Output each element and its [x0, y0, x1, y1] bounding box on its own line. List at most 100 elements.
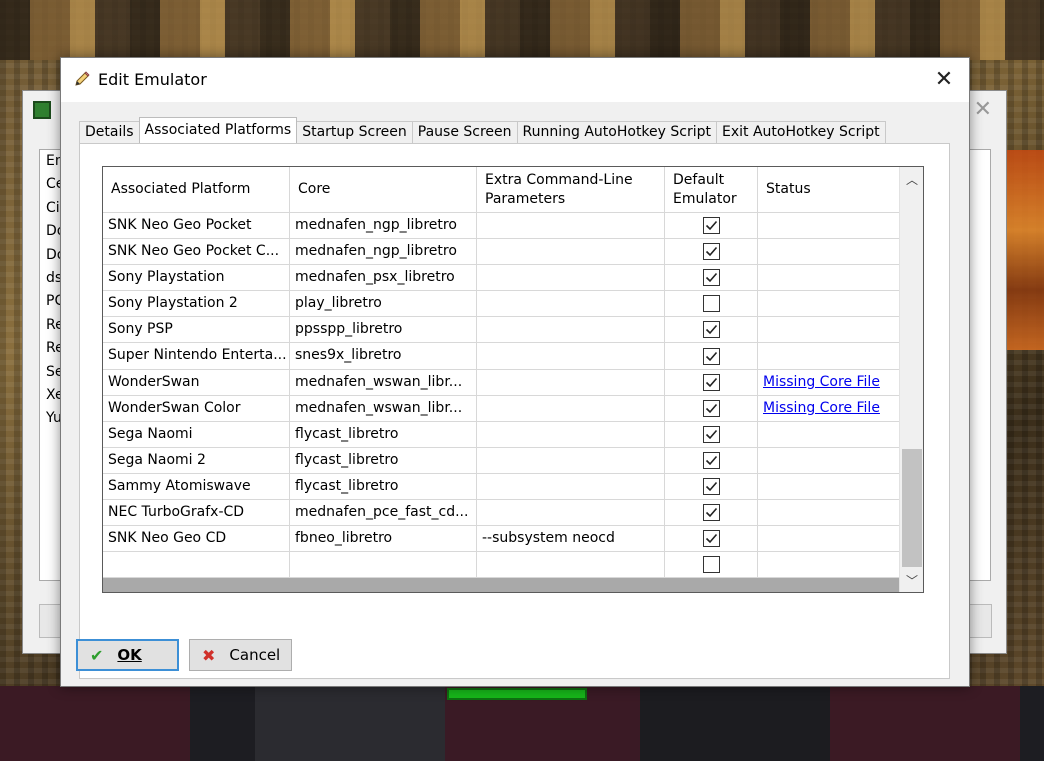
column-header-parameters[interactable]: Extra Command-Line Parameters: [477, 167, 665, 212]
cell-core[interactable]: snes9x_libretro: [290, 343, 477, 369]
cell-status[interactable]: [758, 239, 899, 264]
cell-default-emulator[interactable]: [665, 369, 758, 395]
cell-default-emulator[interactable]: [665, 213, 758, 239]
cell-status[interactable]: [758, 448, 899, 473]
cell-parameters[interactable]: [477, 421, 665, 447]
cell-core[interactable]: flycast_libretro: [290, 473, 477, 500]
cell-platform[interactable]: SNK Neo Geo Pocket: [103, 213, 290, 239]
cell-parameters[interactable]: [477, 369, 665, 395]
tab-pause-screen[interactable]: Pause Screen: [411, 121, 518, 143]
default-emulator-checkbox[interactable]: [702, 321, 720, 339]
cell-status[interactable]: Missing Core File: [758, 396, 899, 421]
cell-default-emulator[interactable]: [665, 526, 758, 552]
tab-exit-autohotkey-script[interactable]: Exit AutoHotkey Script: [716, 121, 886, 143]
cell-platform[interactable]: WonderSwan Color: [103, 395, 290, 421]
cell-platform[interactable]: Super Nintendo Enterta...: [103, 343, 290, 369]
table-row[interactable]: Super Nintendo Enterta... snes9x_libretro: [103, 343, 899, 370]
cell-platform[interactable]: Sony PSP: [103, 317, 290, 343]
table-row[interactable]: Sammy Atomiswave flycast_libretro: [103, 473, 899, 501]
cell-platform[interactable]: WonderSwan: [103, 369, 290, 395]
cancel-button[interactable]: ✖ Cancel: [189, 639, 292, 671]
table-row[interactable]: Sony Playstation mednafen_psx_libretro: [103, 265, 899, 292]
table-row[interactable]: NEC TurboGrafx-CD mednafen_pce_fast_cd...: [103, 500, 899, 527]
cell-status[interactable]: [758, 474, 899, 499]
missing-core-file-link[interactable]: Missing Core File: [763, 374, 880, 390]
table-row[interactable]: Sega Naomi flycast_libretro: [103, 421, 899, 448]
cell-core[interactable]: fbneo_libretro: [290, 526, 477, 552]
table-row[interactable]: Sony PSP ppsspp_libretro: [103, 317, 899, 344]
column-header-default-emulator[interactable]: Default Emulator: [665, 167, 758, 212]
default-emulator-checkbox[interactable]: [702, 477, 720, 495]
cell-core[interactable]: flycast_libretro: [290, 447, 477, 473]
cell-parameters[interactable]: [477, 500, 665, 526]
table-row[interactable]: SNK Neo Geo Pocket C... mednafen_ngp_libr…: [103, 239, 899, 266]
cell-default-emulator[interactable]: [665, 239, 758, 265]
cell-platform[interactable]: Sammy Atomiswave: [103, 473, 290, 500]
cell-platform[interactable]: Sony Playstation 2: [103, 291, 290, 317]
cell-status[interactable]: [758, 317, 899, 342]
cell-default-emulator[interactable]: [665, 552, 758, 578]
cell-platform[interactable]: SNK Neo Geo CD: [103, 526, 290, 552]
cell-platform[interactable]: Sega Naomi 2: [103, 447, 290, 473]
scrollbar-thumb[interactable]: [902, 449, 922, 567]
cell-default-emulator[interactable]: [665, 473, 758, 500]
table-row[interactable]: [103, 552, 899, 579]
missing-core-file-link[interactable]: Missing Core File: [763, 400, 880, 416]
cell-status[interactable]: Missing Core File: [758, 370, 899, 395]
default-emulator-checkbox[interactable]: [702, 243, 720, 261]
column-header-platform[interactable]: Associated Platform: [103, 167, 290, 212]
close-button[interactable]: ✕: [931, 66, 957, 92]
default-emulator-checkbox[interactable]: [702, 530, 720, 548]
table-row[interactable]: SNK Neo Geo CD fbneo_libretro --subsystem …: [103, 526, 899, 553]
cell-core[interactable]: ppsspp_libretro: [290, 317, 477, 343]
scroll-up-button[interactable]: ︿: [900, 167, 923, 191]
cell-parameters[interactable]: [477, 343, 665, 369]
cell-platform[interactable]: Sony Playstation: [103, 265, 290, 291]
column-header-status[interactable]: Status: [758, 167, 899, 212]
cell-core[interactable]: flycast_libretro: [290, 421, 477, 447]
cell-core[interactable]: mednafen_psx_libretro: [290, 265, 477, 291]
associated-platforms-grid[interactable]: Associated Platform Core Extra Command-L…: [102, 166, 924, 593]
cell-status[interactable]: [758, 526, 899, 551]
cell-platform[interactable]: [103, 552, 290, 578]
cell-status[interactable]: [758, 265, 899, 290]
table-row[interactable]: Sony Playstation 2 play_libretro: [103, 291, 899, 318]
cell-core[interactable]: play_libretro: [290, 291, 477, 317]
scroll-down-button[interactable]: ﹀: [900, 568, 923, 592]
cell-status[interactable]: [758, 500, 899, 525]
cell-default-emulator[interactable]: [665, 500, 758, 526]
default-emulator-checkbox[interactable]: [702, 504, 720, 522]
cell-default-emulator[interactable]: [665, 291, 758, 317]
cell-default-emulator[interactable]: [665, 395, 758, 421]
default-emulator-checkbox[interactable]: [702, 295, 720, 313]
default-emulator-checkbox[interactable]: [702, 373, 720, 391]
cell-parameters[interactable]: [477, 317, 665, 343]
tab-running-autohotkey-script[interactable]: Running AutoHotkey Script: [516, 121, 717, 143]
column-header-core[interactable]: Core: [290, 167, 477, 212]
cell-status[interactable]: [758, 343, 899, 368]
default-emulator-checkbox[interactable]: [702, 425, 720, 443]
cell-core[interactable]: mednafen_pce_fast_cd...: [290, 500, 477, 526]
cell-status[interactable]: [758, 213, 899, 238]
default-emulator-checkbox[interactable]: [702, 217, 720, 235]
cell-core[interactable]: mednafen_ngp_libretro: [290, 239, 477, 265]
tab-details[interactable]: Details: [79, 121, 140, 143]
cell-default-emulator[interactable]: [665, 265, 758, 291]
cell-platform[interactable]: NEC TurboGrafx-CD: [103, 500, 290, 526]
cell-core[interactable]: mednafen_ngp_libretro: [290, 213, 477, 239]
cell-status[interactable]: [758, 422, 899, 447]
cell-parameters[interactable]: [477, 291, 665, 317]
cell-parameters[interactable]: [477, 265, 665, 291]
cell-platform[interactable]: SNK Neo Geo Pocket C...: [103, 239, 290, 265]
ok-button[interactable]: ✔ OK: [76, 639, 179, 671]
cell-core[interactable]: [290, 552, 477, 578]
vertical-scrollbar[interactable]: ︿ ﹀: [899, 167, 923, 592]
table-row[interactable]: WonderSwan mednafen_wswan_libr... Missing …: [103, 369, 899, 396]
cell-default-emulator[interactable]: [665, 343, 758, 369]
tab-startup-screen[interactable]: Startup Screen: [296, 121, 413, 143]
background-close-icon[interactable]: ✕: [974, 97, 992, 122]
cell-default-emulator[interactable]: [665, 317, 758, 343]
cell-default-emulator[interactable]: [665, 421, 758, 447]
table-row[interactable]: WonderSwan Color mednafen_wswan_libr... Mi…: [103, 395, 899, 422]
default-emulator-checkbox[interactable]: [702, 269, 720, 287]
